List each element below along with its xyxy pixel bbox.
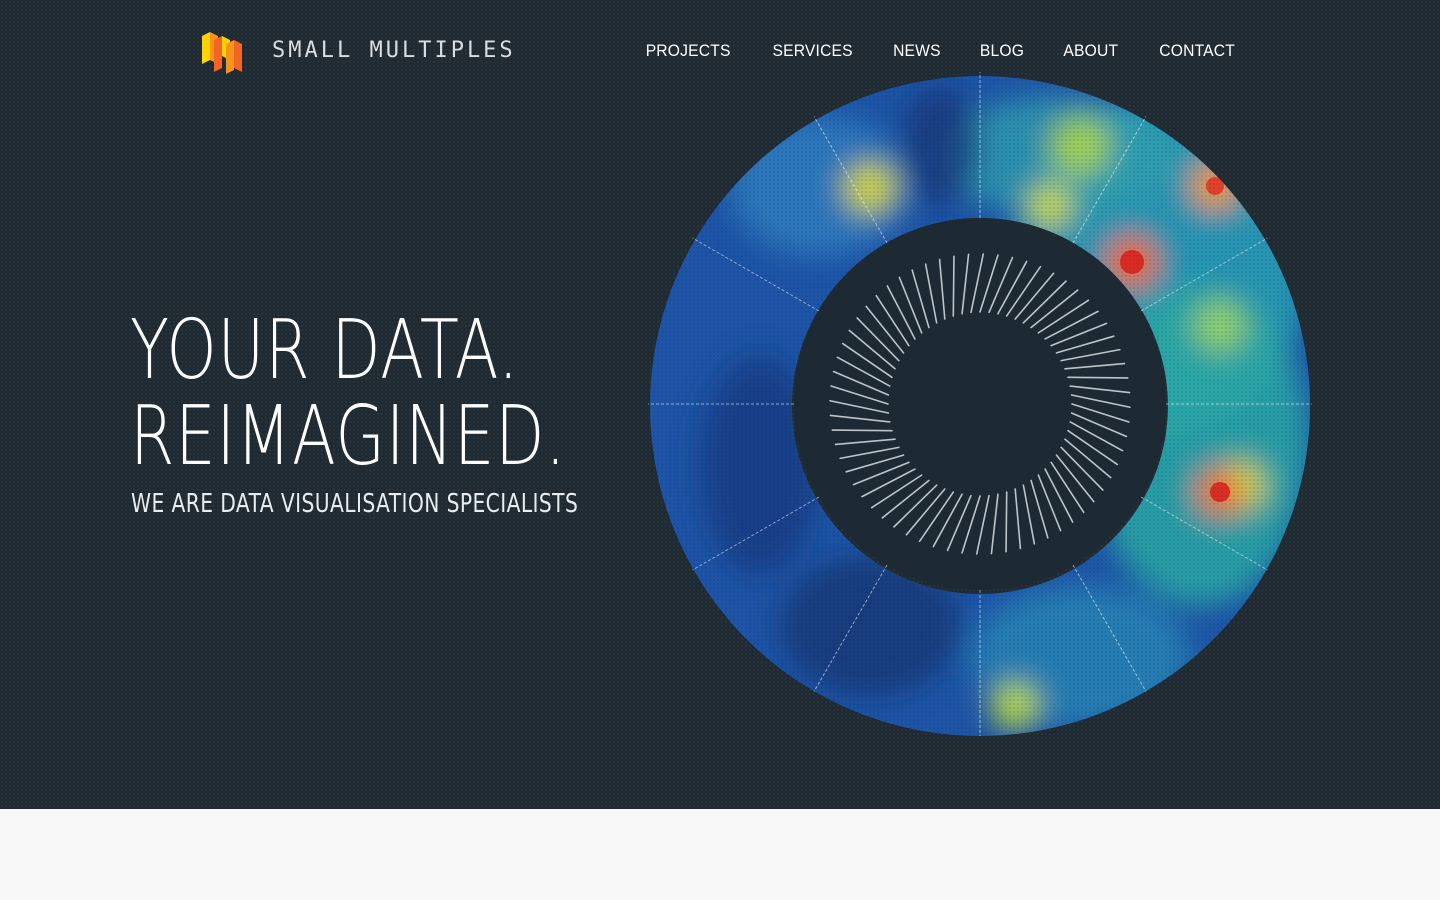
headline-line-2: REIMAGINED. [130,389,567,484]
nav-item-news[interactable]: NEWS [893,41,941,61]
radial-heatmap-ring [648,72,1312,736]
nav-item-services[interactable]: SERVICES [772,41,852,61]
intro-section [0,809,1440,900]
radial-tick [1067,376,1129,379]
hero-section: SMALL MULTIPLES PROJECTS SERVICES NEWS B… [0,0,1440,809]
nav-item-blog[interactable]: BLOG [980,41,1024,61]
main-nav: PROJECTS SERVICES NEWS BLOG ABOUT CONTAC… [607,41,1238,61]
radial-tick [1005,491,1008,553]
hero-headline: YOUR DATA. REIMAGINED. [130,308,566,480]
brand-name[interactable]: SMALL MULTIPLES [272,38,516,63]
radial-tick [952,255,955,317]
nav-item-projects[interactable]: PROJECTS [645,41,730,61]
inner-hub [794,218,1166,590]
headline-line-1: YOUR DATA. [130,303,520,398]
hero-subheadline: WE ARE DATA VISUALISATION SPECIALISTS [131,489,579,519]
radial-tick [831,429,893,432]
nav-item-about[interactable]: ABOUT [1064,41,1119,61]
stacked-bars-logo-icon[interactable] [200,30,244,74]
nav-item-contact[interactable]: CONTACT [1159,41,1235,61]
